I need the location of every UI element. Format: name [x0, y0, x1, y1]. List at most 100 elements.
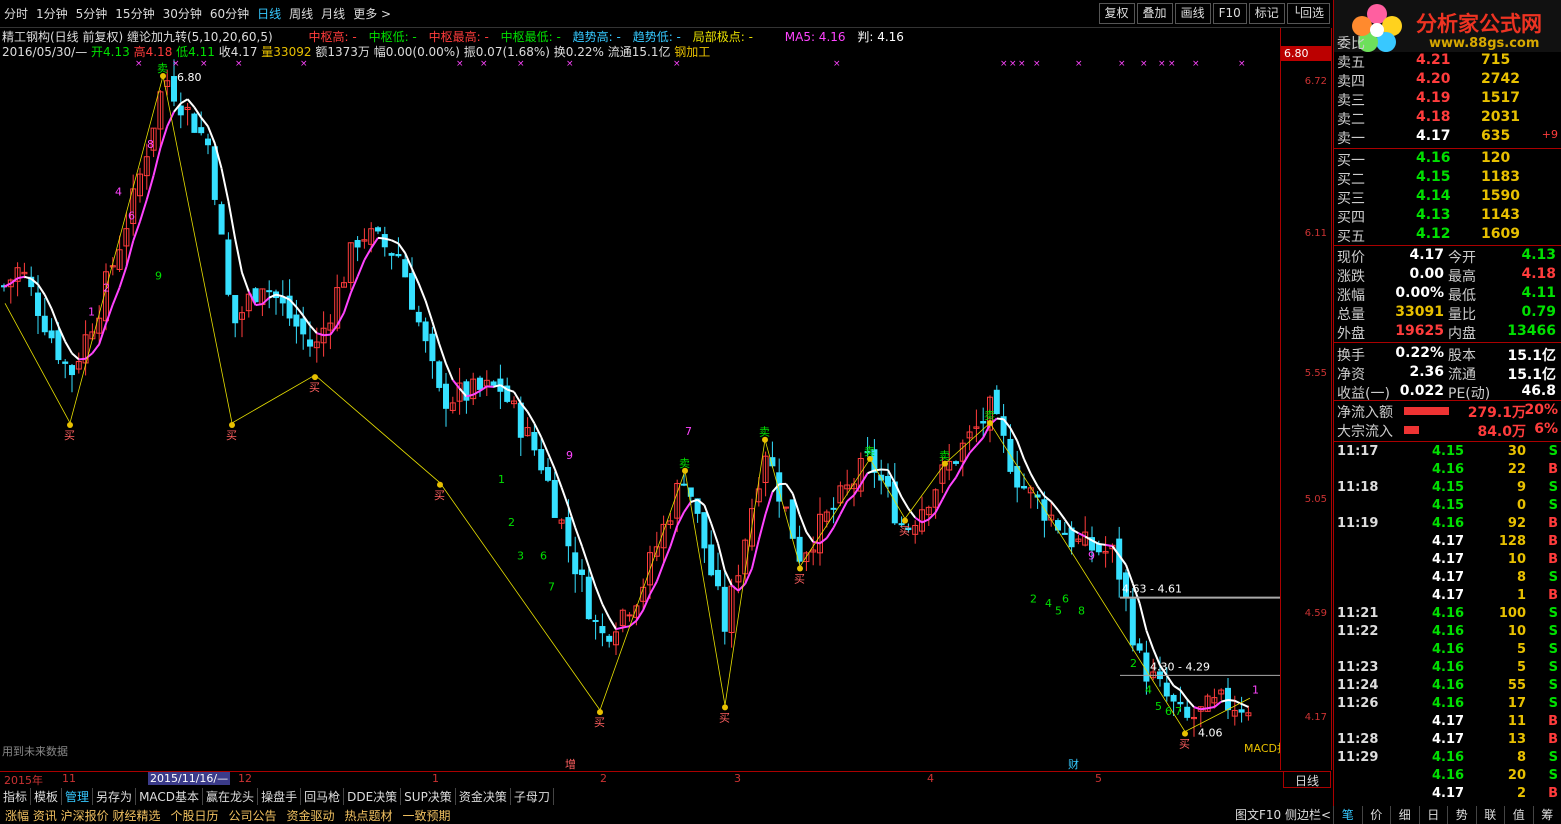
tick-time: 11:23: [1337, 660, 1379, 675]
stats-label: 内盘: [1448, 326, 1476, 342]
tick-side: B: [1548, 786, 1558, 801]
fuquan-button[interactable]: 复权: [1098, 3, 1135, 24]
ma-line-segment: [139, 199, 148, 222]
period-tab[interactable]: 分时: [0, 5, 32, 22]
macd-label: MACD指: [1244, 741, 1280, 755]
nine-turn-digit: 1: [498, 473, 505, 486]
period-tab-daily[interactable]: 日线: [253, 5, 285, 22]
tick-side: S: [1548, 624, 1558, 639]
info-tab[interactable]: 涨幅 资讯 沪深报价 财经精选: [0, 807, 165, 824]
info-tab[interactable]: 热点题材: [340, 807, 398, 824]
buy-signal-dot: [437, 481, 443, 488]
candle-down: [171, 76, 177, 102]
mark-button[interactable]: 标记: [1248, 3, 1285, 24]
panel-tab[interactable]: 细: [1390, 806, 1419, 824]
candle-down: [885, 476, 891, 487]
more-periods-button[interactable]: 更多 >: [349, 5, 395, 22]
sell-level-volume: 2031: [1481, 109, 1520, 125]
indicator-tab[interactable]: 子母刀: [511, 788, 554, 805]
candle-down: [551, 479, 558, 518]
quote-panel: 分析家公式网 www.88gs.com 委比 卖五 4.21 715 卖四 4.20 274…: [1333, 0, 1561, 806]
candle-down: [266, 290, 273, 293]
ma-line-segment: [683, 501, 692, 513]
period-tab[interactable]: 30分钟: [159, 5, 206, 22]
ma-line-segment: [547, 452, 556, 470]
sell-level-volume: 1517: [1481, 90, 1520, 106]
indicator-tab[interactable]: 资金决策: [456, 788, 511, 805]
day-line-label[interactable]: 日线: [1283, 771, 1331, 788]
ma-line-segment: [615, 626, 624, 631]
tick-price: 4.16: [1432, 624, 1465, 639]
panel-tab[interactable]: 值: [1504, 806, 1533, 824]
nine-turn-digit: 4: [1145, 683, 1152, 696]
nine-turn-digit: 2: [1130, 657, 1137, 670]
tick-volume: 8: [1516, 750, 1526, 765]
ma-line-segment: [186, 98, 196, 108]
sidebar-toggle-button[interactable]: 图文F10 侧边栏<: [1235, 806, 1331, 823]
panel-tab[interactable]: 价: [1361, 806, 1391, 824]
ma-line-segment: [608, 617, 617, 630]
candle-down: [395, 254, 402, 257]
indicator-tab[interactable]: SUP决策: [401, 788, 456, 805]
draw-line-button[interactable]: 画线: [1174, 3, 1211, 24]
tick-row: 4.15 0 S: [1334, 498, 1561, 516]
panel-tab[interactable]: 势: [1447, 806, 1476, 824]
marker-x: ×: [1118, 59, 1126, 69]
buy-signal-dot: [902, 517, 908, 524]
ma-line-segment: [255, 303, 263, 307]
price-tick: 4.17: [1304, 712, 1327, 723]
candle-down: [538, 449, 545, 471]
info-tab[interactable]: 资金驱动: [281, 807, 339, 824]
nine-turn-digit: 4: [115, 186, 122, 199]
date-label: 5: [1095, 772, 1102, 785]
overlay-button[interactable]: 叠加: [1136, 3, 1173, 24]
period-tab[interactable]: 60分钟: [206, 5, 253, 22]
period-tab[interactable]: 1分钟: [32, 5, 72, 22]
price-tick: 6.72: [1304, 76, 1327, 87]
panel-tab[interactable]: 日: [1418, 806, 1448, 824]
period-tab[interactable]: 5分钟: [72, 5, 112, 22]
indicator-tab[interactable]: 另存为: [93, 788, 137, 805]
candle-down: [1061, 532, 1068, 535]
info-tab[interactable]: 一致预期: [398, 807, 456, 824]
ma-line-segment: [1023, 458, 1032, 475]
f10-button[interactable]: F10: [1212, 3, 1247, 24]
indicator-tab-selected[interactable]: 管理: [62, 788, 94, 805]
period-tab[interactable]: 15分钟: [111, 5, 158, 22]
period-tab[interactable]: 月线: [317, 5, 349, 22]
ma-line-segment: [581, 545, 590, 567]
ma-line-segment: [1193, 706, 1202, 711]
period-tab[interactable]: 周线: [285, 5, 317, 22]
candle-down: [55, 330, 62, 361]
indicator-tab[interactable]: MACD基本: [136, 788, 204, 805]
nine-turn-digit: 7: [685, 425, 692, 438]
indicator-tab[interactable]: 模板: [31, 788, 63, 805]
panel-tab[interactable]: 筹: [1532, 806, 1561, 824]
indicator-tab[interactable]: DDE决策: [344, 788, 402, 805]
info-tab[interactable]: 个股日历: [165, 807, 223, 824]
zs-max: 中枢最高: -: [428, 30, 489, 44]
ma-line-segment: [391, 239, 399, 245]
panel-tab[interactable]: 联: [1475, 806, 1505, 824]
ma-line-segment: [200, 117, 209, 128]
indicator-tab[interactable]: 指标: [0, 788, 32, 805]
close-value: 收4.17: [218, 45, 258, 59]
candlestick-chart[interactable]: 6.80 4.63 - 4.61 4.30 - 4.29 4.06 用到未来数据 MACD…: [0, 58, 1280, 770]
sell-level-volume: 2742: [1481, 71, 1520, 87]
ma5-value: MA5: 4.16: [784, 30, 846, 44]
panel-tab[interactable]: 笔: [1333, 806, 1362, 824]
back-select-button[interactable]: └回选: [1286, 3, 1330, 24]
marker-x: ×: [1033, 59, 1041, 69]
nine-turn-digit: 4: [1045, 597, 1052, 610]
stats-label: 现价: [1337, 250, 1365, 266]
indicator-tab[interactable]: 操盘手: [258, 788, 302, 805]
tick-volume: 10: [1507, 624, 1526, 639]
date-label: 3: [734, 772, 741, 785]
open-value: 开4.13: [91, 45, 130, 59]
candle-down: [375, 227, 381, 232]
candle-down: [606, 635, 613, 642]
sell-level-volume: 635: [1481, 128, 1511, 144]
info-tab[interactable]: 公司公告: [223, 807, 281, 824]
indicator-tab[interactable]: 赢在龙头: [203, 788, 259, 805]
indicator-tab[interactable]: 回马枪: [301, 788, 345, 805]
